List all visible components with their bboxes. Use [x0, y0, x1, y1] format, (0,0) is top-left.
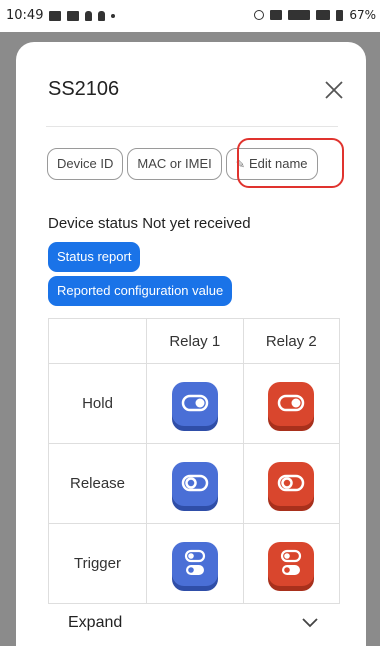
notification-icon: [67, 10, 80, 21]
chevron-down-icon[interactable]: [300, 616, 320, 630]
relay-2-release-cell: [242, 443, 340, 524]
relay-1-hold-button[interactable]: [171, 381, 218, 426]
toggle-off-icon: [278, 474, 305, 491]
highlight-box: [237, 138, 344, 188]
wifi-icon: [316, 10, 331, 20]
more-notifications-icon: [111, 13, 116, 18]
divider: [46, 126, 338, 127]
device-id-chip[interactable]: Device ID: [47, 148, 124, 180]
volte-icon: [288, 10, 311, 20]
device-status-label: Device status: [48, 215, 139, 232]
status-time: 10:49: [6, 8, 44, 23]
relay-1-release-cell: [146, 443, 244, 524]
relay-2-hold-button[interactable]: [268, 381, 315, 426]
person-icon: [85, 10, 93, 21]
table-row: Release: [47, 443, 340, 524]
expand-label: Expand: [68, 614, 123, 631]
nfc-icon: [270, 10, 283, 20]
device-status-value: Not yet received: [142, 215, 251, 232]
table-row: Hold: [47, 363, 340, 444]
device-dialog: SS2106 Device ID MAC or IMEI ✎ Edit name …: [16, 42, 366, 646]
toggle-on-icon: [278, 394, 305, 411]
expand-row[interactable]: Expand: [16, 592, 366, 646]
relay-2-hold-cell: [242, 363, 340, 444]
alarm-icon: [254, 10, 265, 20]
reported-config-button[interactable]: Reported configuration value: [48, 276, 233, 306]
status-bar: 10:49 67%: [0, 0, 380, 32]
relay-2-release-button[interactable]: [268, 461, 315, 506]
relay-table: Relay 1 Relay 2 Hold Release Trigger: [47, 318, 340, 604]
relay-2-trigger-button[interactable]: [268, 541, 315, 586]
status-report-button[interactable]: Status report: [48, 242, 141, 272]
double-toggle-icon: [281, 549, 302, 575]
battery-icon: [336, 9, 344, 21]
battery-level: 67%: [349, 8, 376, 22]
relay-1-trigger-button[interactable]: [171, 541, 218, 586]
double-toggle-icon: [184, 549, 205, 575]
mac-imei-chip[interactable]: MAC or IMEI: [127, 148, 222, 180]
dialog-title: SS2106: [48, 78, 120, 100]
hold-label: Hold: [47, 363, 148, 444]
table-corner: [47, 318, 148, 364]
gallery-icon: [49, 10, 62, 21]
person-icon: [98, 10, 106, 21]
relay-1-header: Relay 1: [146, 318, 244, 364]
relay-1-release-button[interactable]: [171, 461, 218, 506]
release-label: Release: [47, 443, 148, 524]
toggle-on-icon: [181, 394, 209, 411]
toggle-off-icon: [181, 474, 209, 491]
close-icon[interactable]: [320, 76, 348, 104]
relay-1-hold-cell: [146, 363, 244, 444]
relay-2-header: Relay 2: [242, 318, 340, 364]
table-header-row: Relay 1 Relay 2: [47, 318, 340, 364]
device-status: Device status Not yet received: [48, 215, 251, 232]
